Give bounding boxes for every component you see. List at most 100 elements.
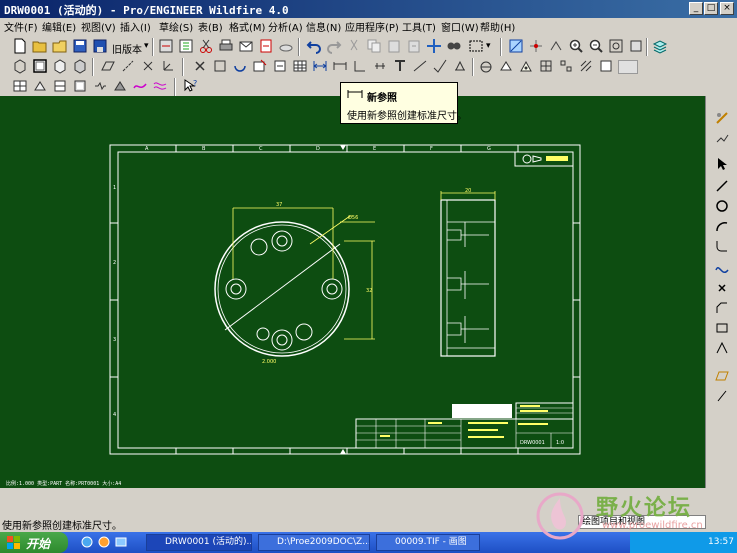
menu-help[interactable]: 帮助(H) [480, 19, 515, 34]
print-icon[interactable] [218, 38, 234, 54]
menu-format[interactable]: 格式(M) [229, 19, 265, 34]
taskbar-task-folder[interactable]: D:\Proe2009DOC\Z... [258, 534, 370, 551]
copy-icon[interactable] [366, 38, 382, 54]
menu-sketch[interactable]: 草绘(S) [159, 19, 193, 34]
model-tree-icon[interactable] [178, 38, 194, 54]
datum-point-icon[interactable] [140, 58, 156, 74]
cut-icon[interactable] [198, 38, 214, 54]
ie-icon[interactable] [80, 535, 94, 549]
selection-filter[interactable]: 绘图项目和视图 [578, 515, 706, 529]
save-icon[interactable] [72, 38, 88, 54]
dimension-new-reference-icon[interactable] [332, 58, 348, 74]
maximize-button[interactable]: □ [704, 2, 718, 15]
search-icon[interactable] [446, 38, 462, 54]
side-dimension-label[interactable]: 20 [465, 188, 471, 194]
fillet-icon[interactable] [714, 238, 730, 254]
view-shaded-icon[interactable] [72, 58, 88, 74]
undo-icon[interactable] [306, 38, 322, 54]
datum-display-icon[interactable] [528, 38, 544, 54]
side-view[interactable] [440, 199, 496, 357]
dimension-top-label[interactable]: 37 [276, 202, 282, 208]
taskbar-task-paint[interactable]: 00009.TIF - 画图 [376, 534, 480, 551]
trim-icon[interactable] [714, 340, 730, 356]
cut-item-icon[interactable] [346, 38, 362, 54]
offset-curve-icon[interactable] [152, 78, 168, 94]
taskbar-task-proe[interactable]: DRW0001 (活动的)... [146, 534, 252, 551]
slash-icon[interactable] [714, 388, 730, 404]
cosmetic-sketch-icon[interactable] [132, 78, 148, 94]
select-dropdown-icon[interactable]: ▾ [486, 41, 491, 51]
cross-section-icon[interactable] [52, 78, 68, 94]
sheet-number-field[interactable] [618, 60, 638, 74]
open-file-icon[interactable] [32, 38, 48, 54]
show-annotations-icon[interactable] [272, 58, 288, 74]
minimize-button[interactable]: _ [689, 2, 703, 15]
rotate-view-icon[interactable] [232, 58, 248, 74]
menu-view[interactable]: 视图(V) [81, 19, 116, 34]
symbol-icon[interactable] [452, 58, 468, 74]
pdf-export-icon[interactable] [258, 38, 274, 54]
surface-finish-icon[interactable] [432, 58, 448, 74]
move-special-icon[interactable] [32, 78, 48, 94]
chain-icon[interactable] [714, 130, 730, 146]
menu-tools[interactable]: 工具(T) [402, 19, 436, 34]
menu-edit[interactable]: 编辑(E) [42, 19, 76, 34]
drawing-canvas[interactable]: A B C D E F G 1 2 3 4 37 Ø56 32 2.000 20… [0, 96, 705, 488]
sketch-tools-icon[interactable] [714, 110, 730, 126]
refit-icon[interactable] [608, 38, 624, 54]
balloon-icon[interactable] [498, 58, 514, 74]
menu-window[interactable]: 窗口(W) [441, 19, 479, 34]
regenerate-icon[interactable] [158, 38, 174, 54]
dimension-right-label[interactable]: 32 [366, 288, 372, 294]
rectangle-icon[interactable] [714, 320, 730, 336]
zoom-in-icon[interactable] [568, 38, 584, 54]
datum-target-icon[interactable] [478, 58, 494, 74]
view-hidden-icon[interactable] [32, 58, 48, 74]
insert-view-icon[interactable] [212, 58, 228, 74]
view-manager-icon[interactable] [12, 78, 28, 94]
paste-special-icon[interactable] [406, 38, 422, 54]
close-icon[interactable] [192, 58, 208, 74]
new-file-icon[interactable] [12, 38, 28, 54]
parallelogram-icon[interactable] [714, 368, 730, 384]
layer-display-icon[interactable] [278, 38, 294, 54]
menu-applications[interactable]: 应用程序(P) [345, 19, 399, 34]
align-view-icon[interactable] [72, 78, 88, 94]
datum-axis-icon[interactable] [120, 58, 136, 74]
ordinate-dimension-icon[interactable] [352, 58, 368, 74]
datum-plane-icon[interactable] [100, 58, 116, 74]
repaint-icon[interactable] [508, 38, 524, 54]
dimension-diameter-label[interactable]: Ø56 [348, 214, 358, 221]
circle-icon[interactable] [714, 198, 730, 214]
view-wireframe-icon[interactable] [12, 58, 28, 74]
orient-icon[interactable] [628, 38, 644, 54]
zoom-out-icon[interactable] [588, 38, 604, 54]
box-select-icon[interactable] [468, 38, 484, 54]
coordinate-system-icon[interactable] [160, 58, 176, 74]
menu-insert[interactable]: 插入(I) [120, 19, 151, 34]
snap-icon[interactable] [558, 58, 574, 74]
old-version-button[interactable]: 旧版本 [112, 41, 142, 56]
save-copy-icon[interactable] [92, 38, 108, 54]
new-reference-dimension-icon[interactable] [312, 58, 328, 74]
media-icon[interactable] [97, 535, 111, 549]
geometric-tolerance-icon[interactable] [412, 58, 428, 74]
view-no-hidden-icon[interactable] [52, 58, 68, 74]
start-button[interactable]: 开始 [0, 532, 68, 553]
menu-analysis[interactable]: 分析(A) [268, 19, 303, 34]
reference-dimension-icon[interactable] [372, 58, 388, 74]
point-icon[interactable] [714, 280, 730, 296]
break-view-icon[interactable] [92, 78, 108, 94]
sheet-setup-icon[interactable] [598, 58, 614, 74]
close-button[interactable]: × [720, 2, 734, 15]
text-style-icon[interactable] [392, 58, 408, 74]
table-icon[interactable] [292, 58, 308, 74]
hatch-icon[interactable] [578, 58, 594, 74]
spin-center-icon[interactable] [548, 38, 564, 54]
move-item-icon[interactable] [426, 38, 442, 54]
paste-icon[interactable] [386, 38, 402, 54]
chamfer-icon[interactable] [714, 300, 730, 316]
clean-dimensions-icon[interactable] [518, 58, 534, 74]
spline-icon[interactable] [714, 260, 730, 276]
shaded-view-icon[interactable] [112, 78, 128, 94]
